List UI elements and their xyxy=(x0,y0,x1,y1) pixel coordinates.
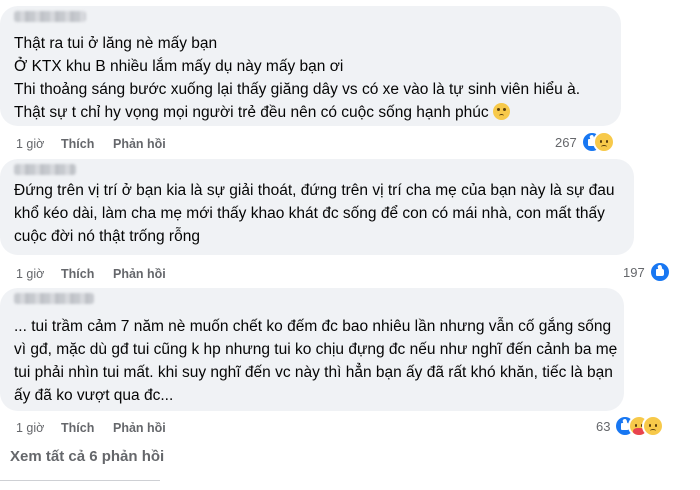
comment-text-line: vì gđ, mặc dù gđ tui cũng k hp nhưng tui… xyxy=(14,341,618,358)
comment-time[interactable]: 1 giờ xyxy=(16,267,44,281)
comment-bubble: Đứng trên vị trí ở bạn kia là sự giải th… xyxy=(0,159,634,255)
comment-text: Thật sự t chỉ hy vọng mọi người trẻ đều … xyxy=(14,104,489,121)
like-button[interactable]: Thích xyxy=(61,267,94,281)
comment-text-line: Thi thoảng sáng bước xuống lại thấy giăn… xyxy=(14,81,581,98)
view-all-replies-link[interactable]: Xem tất cả 6 phản hồi xyxy=(10,448,164,465)
comment-time[interactable]: 1 giờ xyxy=(16,137,44,151)
comment-time[interactable]: 1 giờ xyxy=(16,421,44,435)
reaction-count: 197 xyxy=(623,265,645,280)
reply-button[interactable]: Phản hồi xyxy=(113,137,166,151)
comment-text-line: ấy đã ko vượt qua đc... xyxy=(14,387,174,404)
author-name-blurred[interactable] xyxy=(14,164,76,175)
crying-face-icon xyxy=(492,103,510,120)
comment-bubble: Thật ra tui ở lăng nè mấy bạn Ở KTX khu … xyxy=(0,6,621,126)
author-name-blurred[interactable] xyxy=(14,11,86,22)
sad-reaction-icon xyxy=(593,131,615,153)
like-reaction-icon xyxy=(649,261,671,283)
comment-text-line: tui phải nhìn tui mất. khi suy nghĩ đến … xyxy=(14,364,613,381)
comment-text-line-with-emoji: Thật sự t chỉ hy vọng mọi người trẻ đều … xyxy=(14,102,510,124)
comment-text-line: ... tui trầm cảm 7 năm nè muốn chết ko đ… xyxy=(14,318,612,335)
reaction-count: 267 xyxy=(555,135,577,150)
reply-button[interactable]: Phản hồi xyxy=(113,421,166,435)
comment-text-line: Thật ra tui ở lăng nè mấy bạn xyxy=(14,35,218,52)
like-button[interactable]: Thích xyxy=(61,421,94,435)
sad-reaction-icon xyxy=(642,415,664,437)
reply-button[interactable]: Phản hồi xyxy=(113,267,166,281)
author-name-blurred[interactable] xyxy=(14,293,94,304)
comment-text-line: Đứng trên vị trí ở bạn kia là sự giải th… xyxy=(14,182,615,199)
reaction-count: 63 xyxy=(596,419,611,434)
comment-text-line: Ở KTX khu B nhiều lắm mấy dụ này mấy bạn… xyxy=(14,58,344,75)
comment-bubble: ... tui trầm cảm 7 năm nè muốn chết ko đ… xyxy=(0,288,624,411)
comment-text-line: cuộc đời nó thật trống rỗng xyxy=(14,228,200,245)
comment-text-line: khổ kéo dài, làm cha mẹ mới thấy khao kh… xyxy=(14,205,605,222)
like-button[interactable]: Thích xyxy=(61,137,94,151)
